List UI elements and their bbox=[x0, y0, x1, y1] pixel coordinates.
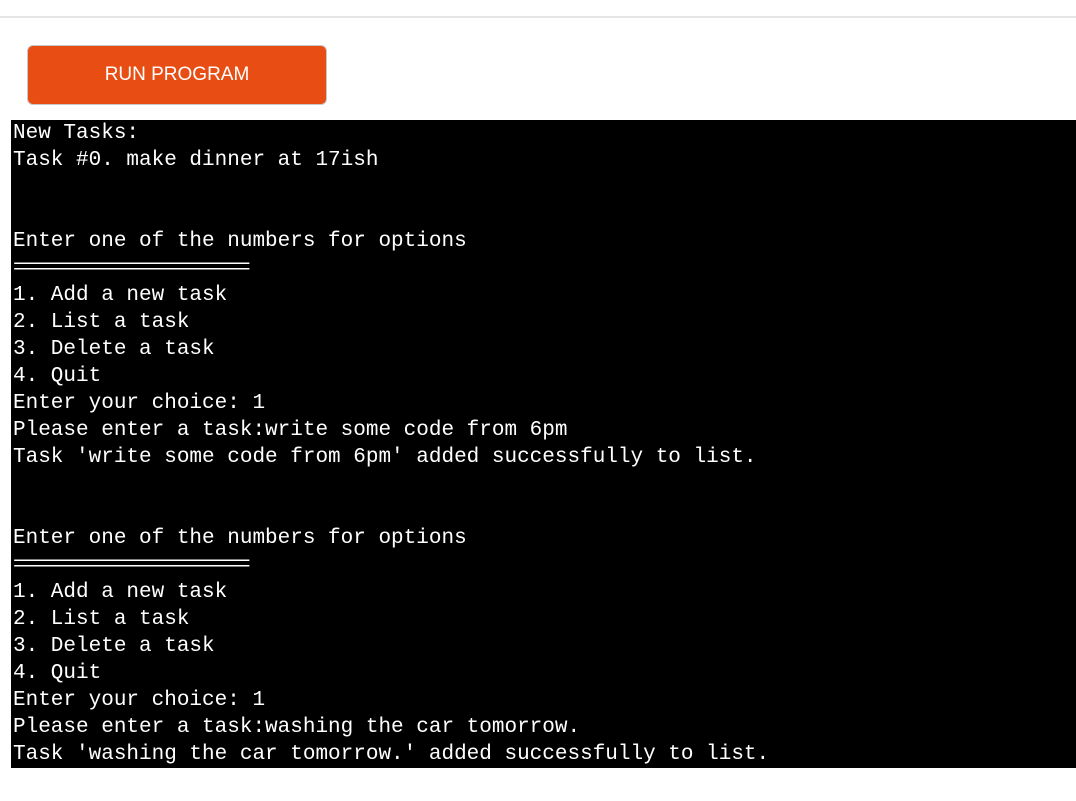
terminal-separator: ========================== bbox=[13, 257, 251, 280]
terminal-line: Enter your choice: 1 bbox=[13, 392, 266, 415]
terminal-line: Enter one of the numbers for options bbox=[13, 230, 467, 253]
terminal-line: Please enter a task:write some code from… bbox=[13, 419, 568, 442]
terminal-line: Enter your choice: 1 bbox=[13, 689, 266, 712]
terminal-separator: ========================== bbox=[13, 554, 251, 577]
terminal-line: 4. Quit bbox=[13, 662, 102, 685]
terminal-line: 1. Add a new task bbox=[13, 581, 228, 604]
terminal-line: Task 'write some code from 6pm' added su… bbox=[13, 446, 757, 469]
run-program-button[interactable]: RUN PROGRAM bbox=[27, 45, 327, 105]
terminal-line: 4. Quit bbox=[13, 365, 102, 388]
terminal-line: 3. Delete a task bbox=[13, 635, 215, 658]
terminal-output[interactable]: New Tasks: Task #0. make dinner at 17ish… bbox=[11, 120, 1076, 768]
terminal-line: 2. List a task bbox=[13, 608, 190, 631]
terminal-line: New Tasks: bbox=[13, 122, 140, 145]
terminal-line: 3. Delete a task bbox=[13, 338, 215, 361]
terminal-line: 1. Add a new task bbox=[13, 284, 228, 307]
terminal-line: Please enter a task:washing the car tomo… bbox=[13, 716, 581, 739]
terminal-line: Task 'washing the car tomorrow.' added s… bbox=[13, 743, 770, 766]
terminal-line: Enter one of the numbers for options bbox=[13, 527, 467, 550]
top-divider bbox=[0, 16, 1076, 18]
terminal-line: 2. List a task bbox=[13, 311, 190, 334]
terminal-line: Task #0. make dinner at 17ish bbox=[13, 149, 379, 172]
